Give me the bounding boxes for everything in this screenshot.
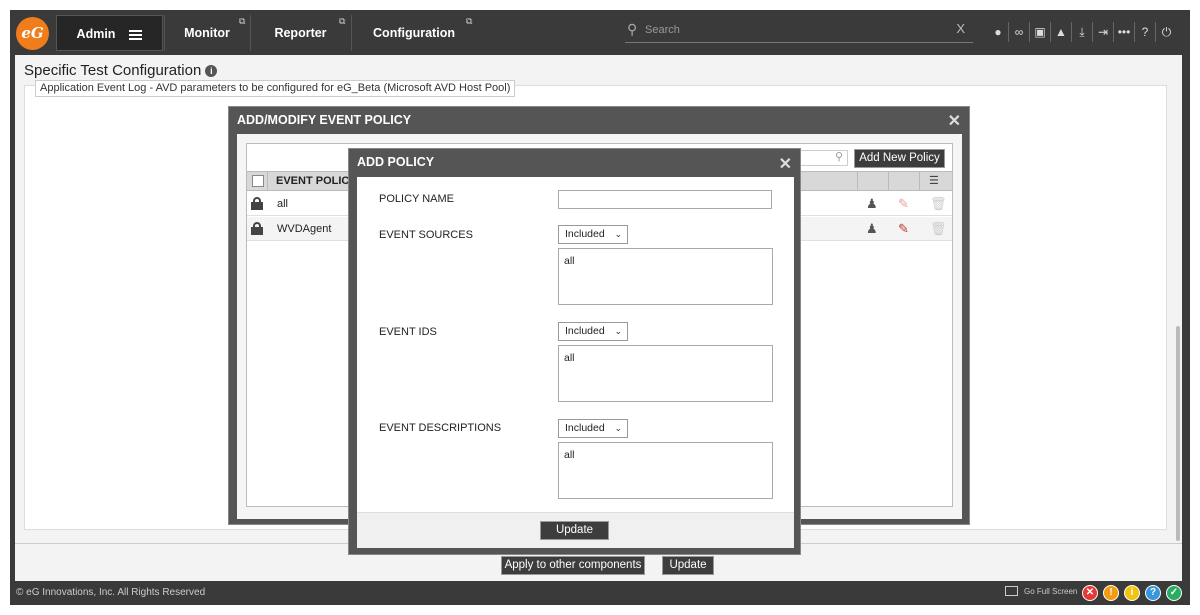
- lock-icon: [251, 197, 263, 210]
- top-navigation-bar: eG Admin Monitor ⧉ Reporter ⧉ Configurat…: [10, 10, 1190, 55]
- major-status-icon[interactable]: !: [1103, 585, 1119, 601]
- global-search: ⚲ X: [625, 19, 973, 43]
- event-ids-select-value: Included: [565, 325, 605, 337]
- external-link-icon: ⧉: [239, 16, 246, 26]
- add-policy-footer: Update: [357, 512, 794, 548]
- add-policy-modal: ADD POLICY ✕ POLICY NAME EVENT SOURCES I…: [348, 148, 801, 555]
- tab-configuration[interactable]: Configuration: [351, 15, 476, 51]
- download-icon[interactable]: ⤓: [1072, 22, 1093, 42]
- eg-logo[interactable]: eG: [16, 17, 49, 50]
- column-divider: [919, 172, 920, 191]
- lock-icon: [251, 222, 263, 235]
- edit-icon[interactable]: ✎: [898, 221, 909, 237]
- search-icon: ⚲: [834, 151, 843, 163]
- page-title-text: Specific Test Configuration: [24, 62, 202, 79]
- close-icon[interactable]: ✕: [779, 154, 792, 174]
- go-full-screen[interactable]: Go Full Screen: [1005, 586, 1077, 596]
- column-settings-icon[interactable]: ☰: [929, 174, 939, 187]
- search-icon: ⚲: [627, 21, 638, 37]
- sign-in-icon[interactable]: ⇥: [1093, 22, 1114, 42]
- policy-name-input[interactable]: [558, 190, 772, 209]
- tab-reporter-label: Reporter: [274, 26, 327, 40]
- update-button[interactable]: Update: [662, 556, 714, 575]
- event-descriptions-label: EVENT DESCRIPTIONS: [379, 422, 502, 434]
- power-icon[interactable]: ⏻: [1156, 22, 1177, 42]
- hamburger-menu-icon[interactable]: [129, 29, 143, 40]
- copyright-text: © eG Innovations, Inc. All Rights Reserv…: [16, 587, 206, 598]
- update-policy-button[interactable]: Update: [540, 521, 609, 540]
- view-user-icon[interactable]: ♟: [866, 196, 878, 212]
- event-sources-select-value: Included: [565, 228, 605, 240]
- event-descriptions-select-value: Included: [565, 422, 605, 434]
- event-ids-select[interactable]: Included ⌄: [558, 322, 628, 341]
- tab-configuration-label: Configuration: [373, 26, 455, 40]
- critical-status-icon[interactable]: ✕: [1082, 585, 1098, 601]
- chevron-down-icon: ⌄: [614, 326, 622, 336]
- event-sources-select[interactable]: Included ⌄: [558, 225, 628, 244]
- external-link-icon: ⧉: [339, 16, 346, 26]
- column-divider: [888, 172, 889, 191]
- event-sources-textarea[interactable]: all: [558, 248, 773, 305]
- minor-status-icon[interactable]: i: [1124, 585, 1140, 601]
- vertical-scrollbar[interactable]: [1176, 326, 1180, 541]
- more-icon[interactable]: •••: [1114, 22, 1135, 42]
- toolbar-icons: ● ∞ ▣ ▲ ⤓ ⇥ ••• ? ⏻: [988, 22, 1177, 42]
- select-all-checkbox[interactable]: [252, 175, 264, 187]
- add-policy-modal-title: ADD POLICY: [357, 155, 435, 169]
- delete-icon: 🗑: [930, 221, 947, 236]
- link-icon[interactable]: ∞: [1009, 22, 1030, 42]
- unknown-status-icon[interactable]: ?: [1145, 585, 1161, 601]
- fullscreen-icon: [1005, 586, 1018, 596]
- delete-icon: 🗑: [930, 196, 947, 211]
- add-new-policy-button[interactable]: Add New Policy: [854, 149, 945, 168]
- close-icon[interactable]: ✕: [948, 111, 961, 131]
- search-input[interactable]: [645, 22, 945, 38]
- add-policy-form: POLICY NAME EVENT SOURCES Included ⌄ all …: [357, 177, 794, 512]
- info-icon[interactable]: i: [205, 65, 218, 77]
- footer: © eG Innovations, Inc. All Rights Reserv…: [10, 581, 1190, 605]
- tab-monitor[interactable]: Monitor: [164, 15, 249, 51]
- event-policy-modal-title: ADD/MODIFY EVENT POLICY: [237, 113, 412, 127]
- policy-name-cell: WVDAgent: [277, 223, 332, 235]
- normal-status-icon[interactable]: ✓: [1166, 585, 1182, 601]
- column-divider: [267, 172, 268, 191]
- go-full-screen-label: Go Full Screen: [1024, 587, 1078, 596]
- apply-to-other-components-button[interactable]: Apply to other components: [501, 556, 645, 575]
- event-descriptions-select[interactable]: Included ⌄: [558, 419, 628, 438]
- column-header-event-policy: EVENT POLICY: [276, 175, 357, 187]
- tab-reporter[interactable]: Reporter: [250, 15, 350, 51]
- chevron-down-icon: ⌄: [614, 229, 622, 239]
- page-title: Specific Test Configuration i: [24, 62, 218, 79]
- policy-name-cell: all: [277, 198, 289, 210]
- parameters-label: Application Event Log - AVD parameters t…: [35, 80, 516, 97]
- tab-admin[interactable]: Admin: [56, 15, 163, 51]
- chevron-down-icon: ⌄: [614, 423, 622, 433]
- tab-monitor-label: Monitor: [184, 26, 230, 40]
- event-ids-label: EVENT IDS: [379, 326, 437, 338]
- user-icon[interactable]: ●: [988, 22, 1009, 42]
- help-icon[interactable]: ?: [1135, 22, 1156, 42]
- column-divider: [857, 172, 858, 191]
- clear-search-icon[interactable]: X: [956, 21, 965, 36]
- policy-name-label: POLICY NAME: [379, 193, 454, 205]
- event-sources-label: EVENT SOURCES: [379, 229, 473, 241]
- view-user-icon[interactable]: ♟: [866, 221, 878, 237]
- event-descriptions-textarea[interactable]: all: [558, 442, 773, 499]
- bell-icon[interactable]: ▲: [1051, 22, 1072, 42]
- edit-icon: ✎: [898, 196, 909, 211]
- layout-icon[interactable]: ▣: [1030, 22, 1051, 42]
- event-ids-textarea[interactable]: all: [558, 345, 773, 402]
- tab-admin-label: Admin: [76, 27, 116, 41]
- external-link-icon: ⧉: [466, 16, 473, 26]
